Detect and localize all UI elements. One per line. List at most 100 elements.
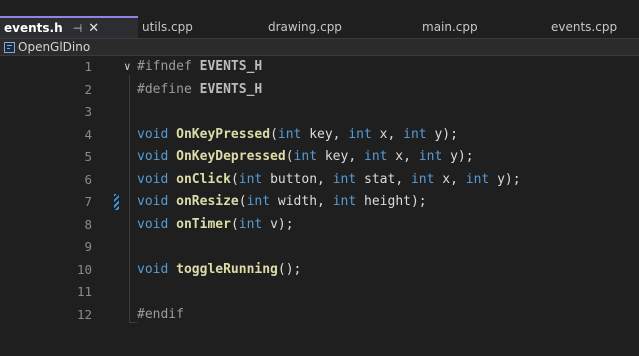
code-token: OnKeyDepressed (176, 149, 286, 164)
code-token: onResize (176, 194, 239, 209)
project-name: OpenGlDino (18, 40, 91, 54)
tab-utils-cpp[interactable]: utils.cpp (138, 16, 264, 38)
tab-events-h[interactable]: events.h ⊣ ✕ (0, 16, 138, 38)
code-token: void (137, 216, 177, 232)
code-token: int (410, 171, 435, 187)
code-token: onClick (176, 171, 231, 187)
code-line[interactable]: 4 void OnKeyPressed(int key, int x, int y… (0, 124, 639, 147)
code-text: void onResize(int width, int height); (137, 191, 427, 214)
tab-events-cpp[interactable]: events.cpp (547, 16, 639, 38)
line-number: 6 (84, 171, 92, 187)
code-text: void toggleRunning(); (137, 259, 301, 282)
project-bar[interactable]: OpenGlDino (0, 38, 639, 56)
code-line[interactable]: 12 #endif (0, 304, 639, 327)
code-line[interactable]: 6 void onClick(int button, int stat, int … (0, 169, 639, 192)
change-marker (114, 194, 119, 210)
line-number: 8 (84, 216, 92, 232)
code-token: void (137, 171, 177, 187)
tab-label: utils.cpp (142, 20, 193, 34)
code-line[interactable]: 5 void OnKeyDepressed(int key, int x, int… (0, 146, 639, 169)
code-token: ( (230, 216, 239, 232)
code-token: width, (270, 194, 333, 209)
tab-label: events.cpp (551, 20, 618, 34)
code-text: #endif (137, 304, 184, 327)
tab-label: main.cpp (422, 20, 478, 34)
code-token: v); (262, 216, 294, 232)
code-token: int (293, 149, 318, 164)
pin-icon[interactable]: ⊣ (73, 22, 83, 35)
code-token: height); (356, 194, 427, 209)
code-line[interactable]: 10 void toggleRunning(); (0, 259, 639, 282)
code-text: void onTimer(int v); (137, 214, 294, 237)
code-token: stat, (356, 171, 411, 187)
line-number: 11 (76, 284, 92, 299)
code-token: int (332, 194, 357, 209)
code-token: int (348, 126, 372, 142)
line-number: 3 (84, 104, 92, 119)
line-number: 12 (76, 306, 92, 322)
tab-drawing-cpp[interactable]: drawing.cpp (264, 16, 418, 38)
tab-bar: events.h ⊣ ✕ utils.cpp drawing.cpp main.… (0, 16, 639, 38)
code-line[interactable]: 3 (0, 101, 639, 124)
code-token: key, (301, 126, 349, 142)
code-text: #ifndef EVENTS_H (137, 56, 262, 79)
code-token: void (137, 194, 177, 209)
code-token: EVENTS_H (199, 81, 263, 97)
code-token: ( (230, 171, 239, 187)
code-text: void OnKeyDepressed(int key, int x, int … (137, 146, 474, 169)
code-token: x, (371, 126, 404, 142)
code-token: ( (238, 194, 247, 209)
line-number: 4 (84, 126, 92, 142)
code-token: button, (262, 171, 333, 187)
title-strip (0, 0, 639, 16)
tab-main-cpp[interactable]: main.cpp (418, 16, 547, 38)
code-token: int (418, 149, 443, 164)
code-token: int (238, 171, 263, 187)
code-token: y); (426, 126, 458, 142)
code-token: int (364, 149, 388, 164)
code-token: int (277, 126, 302, 142)
tab-label: events.h (4, 21, 63, 35)
code-line[interactable]: 9 (0, 236, 639, 259)
code-token: key, (317, 149, 364, 164)
line-number: 1 (84, 59, 92, 74)
code-line[interactable]: 7 void onResize(int width, int height); (0, 191, 639, 214)
code-token: x, (434, 171, 466, 187)
code-token: onTimer (176, 216, 231, 232)
line-number: 10 (76, 261, 92, 277)
code-token: y); (442, 149, 474, 164)
code-token: #define (137, 81, 200, 97)
code-token: #endif (137, 306, 184, 322)
code-editor[interactable]: 1 ∨ #ifndef EVENTS_H 2 #define EVENTS_H 3 4 voi… (0, 56, 639, 356)
code-line[interactable]: 8 void onTimer(int v); (0, 214, 639, 237)
code-token: x, (387, 149, 419, 164)
code-line[interactable]: 1 ∨ #ifndef EVENTS_H (0, 56, 639, 79)
code-token: (); (277, 261, 302, 277)
close-icon[interactable]: ✕ (88, 21, 99, 36)
line-number: 2 (84, 81, 92, 97)
code-token: void (137, 261, 177, 277)
code-token: EVENTS_H (199, 59, 263, 74)
code-text: #define EVENTS_H (137, 79, 262, 102)
code-text: void OnKeyPressed(int key, int x, int y)… (137, 124, 458, 147)
editor-window: events.h ⊣ ✕ utils.cpp drawing.cpp main.… (0, 0, 639, 356)
code-token: ( (270, 126, 278, 142)
tab-label: drawing.cpp (268, 20, 342, 34)
code-token: int (332, 171, 357, 187)
code-line[interactable]: 2 #define EVENTS_H (0, 79, 639, 102)
code-line[interactable]: 11 (0, 281, 639, 304)
line-number: 5 (84, 149, 92, 164)
code-token: OnKeyPressed (176, 126, 271, 142)
code-token: int (238, 216, 263, 232)
code-token: void (137, 149, 177, 164)
code-token: int (246, 194, 271, 209)
code-token: y); (489, 171, 521, 187)
line-number: 9 (84, 239, 92, 254)
code-token: int (403, 126, 427, 142)
code-token: toggleRunning (176, 261, 278, 277)
fold-chevron-icon[interactable]: ∨ (124, 56, 131, 79)
project-icon (4, 41, 15, 53)
line-number: 7 (84, 194, 92, 209)
code-token: int (465, 171, 490, 187)
code-token: void (137, 126, 177, 142)
